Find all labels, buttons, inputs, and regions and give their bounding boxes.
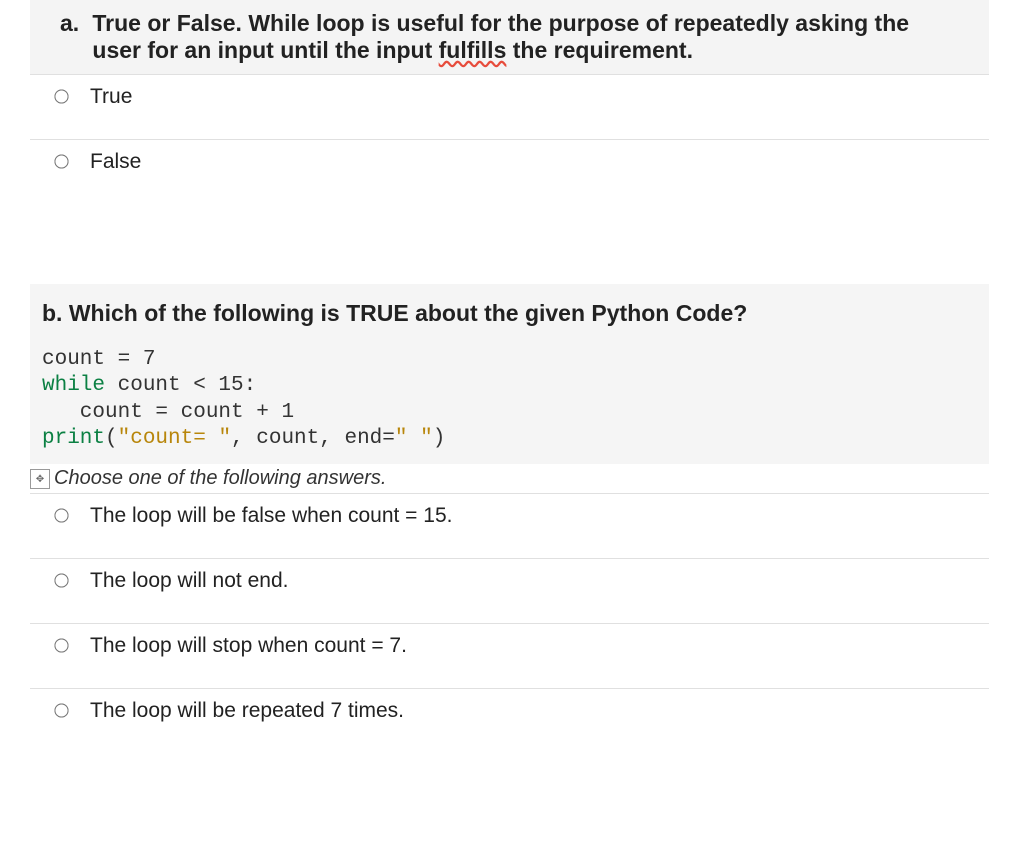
qa-option-label-1: False [90, 150, 141, 174]
code-while-kw: while [42, 374, 105, 397]
radio-cell [50, 87, 90, 108]
qa-radio-true[interactable] [54, 89, 68, 103]
qb-option-label-0: The loop will be false when count = 15. [90, 504, 452, 528]
qb-option-row-0: The loop will be false when count = 15. [30, 494, 989, 559]
question-b-header: b. Which of the following is TRUE about … [30, 284, 989, 464]
qa-spellword: fulfills [439, 37, 507, 63]
qa-radio-false[interactable] [54, 154, 68, 168]
radio-cell [50, 571, 90, 592]
code-line1: count = 7 [42, 348, 155, 371]
question-b-block: b. Which of the following is TRUE about … [30, 264, 989, 753]
qb-option-row-2: The loop will stop when count = 7. [30, 624, 989, 689]
move-icon[interactable]: ✥ [30, 469, 50, 489]
spacer [30, 204, 989, 264]
code-block: count = 7 while count < 15: count = coun… [42, 347, 977, 452]
question-b-title: b. Which of the following is TRUE about … [42, 300, 977, 327]
qb-instruction-text: Choose one of the following answers. [54, 467, 386, 490]
qb-option-row-1: The loop will not end. [30, 559, 989, 624]
qb-instruction-row: ✥ Choose one of the following answers. [30, 464, 989, 494]
radio-cell [50, 152, 90, 173]
code-mid: , count, end= [231, 427, 395, 450]
qb-radio-3[interactable] [54, 703, 68, 717]
quiz-container: a. True or False. While loop is useful f… [0, 0, 1019, 773]
qa-option-row-1: False [30, 140, 989, 204]
qb-radio-2[interactable] [54, 638, 68, 652]
qb-radio-1[interactable] [54, 573, 68, 587]
qa-option-row-0: True [30, 75, 989, 140]
qa-text-after: the requirement. [506, 37, 693, 63]
qb-option-label-2: The loop will stop when count = 7. [90, 634, 407, 658]
question-a-marker: a. [60, 10, 86, 37]
code-paren-close: ) [433, 427, 446, 450]
code-line3: count = count + 1 [42, 401, 294, 424]
radio-cell [50, 701, 90, 722]
question-a-header: a. True or False. While loop is useful f… [30, 0, 989, 75]
radio-cell [50, 636, 90, 657]
radio-cell [50, 506, 90, 527]
code-paren-open: ( [105, 427, 118, 450]
qb-option-label-3: The loop will be repeated 7 times. [90, 699, 404, 723]
qb-option-row-3: The loop will be repeated 7 times. [30, 689, 989, 753]
code-line2-rest: count < 15: [105, 374, 256, 397]
code-str2: " " [395, 427, 433, 450]
qb-radio-0[interactable] [54, 508, 68, 522]
qb-option-label-1: The loop will not end. [90, 569, 288, 593]
question-a-text: True or False. While loop is useful for … [92, 10, 961, 64]
qa-option-label-0: True [90, 85, 132, 109]
code-print-fn: print [42, 427, 105, 450]
code-str1: "count= " [118, 427, 231, 450]
